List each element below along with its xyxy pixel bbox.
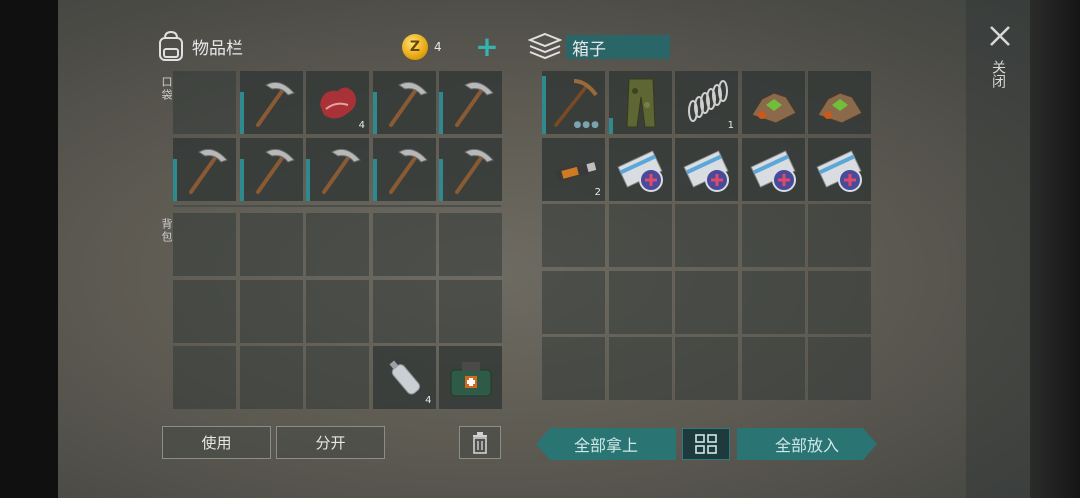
- box-slot[interactable]: [675, 270, 738, 334]
- box-slot[interactable]: [741, 137, 805, 201]
- backpack-slot[interactable]: [439, 213, 502, 276]
- box-slot[interactable]: [608, 270, 672, 334]
- box-slot[interactable]: [675, 337, 738, 400]
- box-slot[interactable]: [542, 270, 605, 334]
- box-title-field: 箱子: [566, 35, 670, 60]
- pocket-slot[interactable]: [239, 71, 303, 134]
- item-quantity: 4: [425, 395, 432, 406]
- box-slot[interactable]: [808, 270, 871, 334]
- pocket-slot[interactable]: [372, 71, 436, 134]
- trash-button[interactable]: [459, 426, 501, 459]
- backpack-slot[interactable]: [439, 346, 502, 409]
- use-button[interactable]: 使用: [162, 426, 271, 459]
- pocket-slot[interactable]: [306, 137, 369, 201]
- take-all-button[interactable]: 全部拿上: [536, 428, 676, 460]
- backpack-slot[interactable]: [372, 213, 436, 276]
- box-slot[interactable]: [542, 204, 605, 267]
- inventory-title: 物品栏: [192, 38, 243, 59]
- pocket-slot[interactable]: [439, 71, 502, 134]
- box-icon: [528, 32, 562, 60]
- box-slot[interactable]: 2: [542, 137, 605, 201]
- item-quantity: 4: [358, 120, 365, 131]
- item-quantity: 2: [594, 186, 601, 198]
- pocket-slot[interactable]: [372, 137, 436, 201]
- put-all-button[interactable]: 全部放入: [737, 428, 877, 460]
- inventory-header: 物品栏: [156, 30, 243, 62]
- pocket-slot[interactable]: [239, 137, 303, 201]
- backpack-slot[interactable]: [173, 346, 236, 409]
- box-title: 箱子: [572, 39, 606, 60]
- box-slot[interactable]: ●●●: [542, 71, 605, 134]
- pocket-slot[interactable]: [439, 137, 502, 201]
- pocket-label: 口袋: [160, 76, 173, 102]
- coin-count: 4: [434, 40, 442, 54]
- trash-icon: [473, 431, 487, 454]
- box-slot[interactable]: [675, 204, 738, 267]
- split-button[interactable]: 分开: [276, 426, 385, 459]
- backpack-slot[interactable]: [439, 279, 502, 343]
- backpack-slot[interactable]: [372, 279, 436, 343]
- close-icon: [990, 26, 1010, 46]
- close-button[interactable]: [986, 22, 1014, 50]
- coin-display: Z 4: [402, 34, 442, 60]
- box-slot[interactable]: [741, 204, 805, 267]
- box-slot[interactable]: [542, 337, 605, 400]
- box-slot[interactable]: [608, 337, 672, 400]
- backpack-slot[interactable]: [239, 346, 303, 409]
- section-divider: [173, 205, 501, 207]
- box-slot[interactable]: [808, 137, 871, 201]
- backpack-slot[interactable]: [306, 346, 369, 409]
- box-slot[interactable]: [608, 137, 672, 201]
- more-options-icon[interactable]: ●●●: [573, 120, 600, 130]
- box-slot[interactable]: [675, 137, 738, 201]
- backpack-slot[interactable]: [173, 213, 236, 276]
- box-slot[interactable]: [741, 71, 805, 134]
- item-quantity: 1: [727, 120, 734, 131]
- box-slot[interactable]: [808, 204, 871, 267]
- box-header: 箱子: [528, 32, 670, 62]
- backpack-slot[interactable]: [173, 279, 236, 343]
- box-slot[interactable]: [808, 71, 871, 134]
- box-slot[interactable]: [608, 71, 672, 134]
- right-edge: [1030, 0, 1080, 498]
- box-slot[interactable]: [741, 337, 805, 400]
- box-slot[interactable]: 1: [675, 71, 738, 134]
- backpack-slot[interactable]: [239, 213, 303, 276]
- pocket-slot[interactable]: 4: [306, 71, 369, 134]
- box-slot[interactable]: [608, 204, 672, 267]
- add-coins-button[interactable]: +: [474, 33, 500, 63]
- backpack-slot[interactable]: 4: [372, 346, 436, 409]
- backpack-slot[interactable]: [239, 279, 303, 343]
- backpack-icon: [159, 30, 183, 61]
- grid-sort-icon: [695, 434, 717, 454]
- backpack-slot[interactable]: [306, 279, 369, 343]
- backpack-label: 背包: [160, 218, 173, 244]
- box-slot[interactable]: [741, 270, 805, 334]
- backpack-slot[interactable]: [306, 213, 369, 276]
- sort-button[interactable]: [682, 428, 730, 460]
- close-label[interactable]: 关闭: [988, 60, 1008, 88]
- left-edge: [0, 0, 58, 498]
- pocket-slot[interactable]: [173, 71, 236, 134]
- pocket-slot[interactable]: [173, 137, 236, 201]
- coin-icon: Z: [402, 34, 428, 60]
- box-slot[interactable]: [808, 337, 871, 400]
